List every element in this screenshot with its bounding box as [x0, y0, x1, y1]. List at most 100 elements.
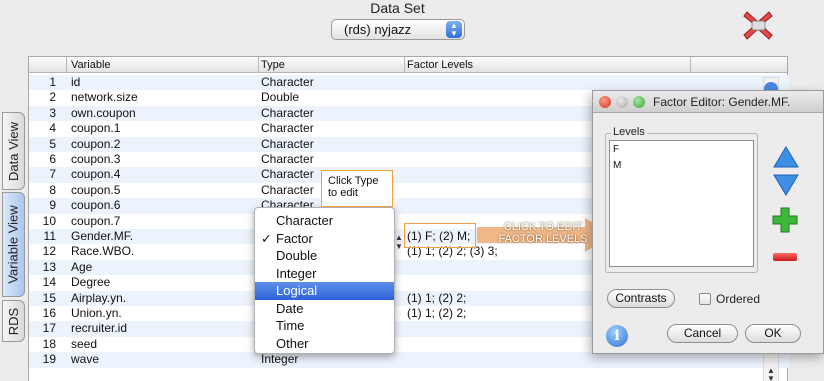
tab-data-view-label: Data View [6, 121, 22, 181]
type-stepper-icon: ▲ ▼ [395, 233, 403, 251]
table-row[interactable]: 1 id Character [29, 75, 789, 91]
variable-cell[interactable]: coupon.5 [71, 183, 120, 197]
type-menu-item[interactable]: Other [255, 335, 394, 353]
factor-levels-cell[interactable]: (1) 1; (2) 2; [407, 306, 466, 320]
type-menu-item-label: Logical [276, 283, 318, 298]
row-number: 13 [42, 259, 56, 274]
row-number: 5 [49, 136, 56, 151]
column-header-factor-levels[interactable]: Factor Levels [407, 59, 473, 71]
type-menu-item-label: Time [276, 318, 305, 333]
row-number: 1 [49, 75, 56, 89]
row-number: 6 [49, 152, 56, 166]
tab-variable-view[interactable]: Variable View [2, 192, 25, 297]
type-menu-item-label: Character [276, 213, 334, 228]
type-menu-item-label: Integer [276, 265, 317, 281]
type-menu-item[interactable]: Double [255, 247, 394, 265]
type-menu-item-label: Other [276, 335, 309, 351]
variable-cell[interactable]: Age [71, 260, 92, 274]
levels-list[interactable]: F M [609, 140, 754, 267]
callout-click-type: Click Type to edit [321, 170, 393, 207]
variable-cell[interactable]: seed [71, 337, 97, 351]
info-icon[interactable]: i [606, 325, 628, 347]
row-number: 19 [42, 352, 56, 367]
cancel-button[interactable]: Cancel [667, 324, 738, 343]
factor-editor-dialog: Factor Editor: Gender.MF. Levels F M Con… [592, 90, 824, 354]
move-up-arrow-icon[interactable] [773, 146, 799, 168]
level-item[interactable]: M [613, 160, 753, 176]
type-menu-item[interactable]: ✓ Factor [255, 230, 394, 248]
factor-levels-highlight[interactable] [404, 223, 476, 248]
variable-cell[interactable]: coupon.1 [71, 121, 120, 135]
variable-cell[interactable]: coupon.2 [71, 137, 120, 151]
remove-level-minus-icon[interactable] [773, 253, 797, 261]
type-menu-item[interactable]: Integer [255, 265, 394, 283]
select-stepper-icon: ▲ ▼ [446, 21, 462, 38]
levels-label: Levels [611, 126, 647, 138]
level-item[interactable]: F [613, 144, 753, 160]
type-menu-item-label: Factor [276, 230, 313, 246]
row-number: 8 [49, 182, 56, 197]
callout-click-type-line1: Click Type [328, 175, 379, 187]
ordered-label: Ordered [716, 292, 761, 306]
variable-cell[interactable]: own.coupon [71, 106, 136, 120]
dataset-label: Data Set [370, 0, 425, 16]
type-cell[interactable]: Character [261, 137, 314, 151]
contrasts-button[interactable]: Contrasts [607, 289, 675, 308]
close-window-icon[interactable] [741, 8, 775, 42]
type-cell[interactable]: Integer [261, 352, 298, 366]
type-cell[interactable]: Double [261, 90, 299, 104]
column-header-variable[interactable]: Variable [71, 59, 111, 71]
variable-cell[interactable]: id [71, 75, 80, 89]
ordered-checkbox[interactable] [699, 293, 711, 305]
type-cell[interactable]: Character [261, 167, 314, 181]
type-dropdown-menu[interactable]: Character ✓ Factor Double Integer Logical Date… [254, 207, 395, 354]
variable-cell[interactable]: coupon.4 [71, 167, 120, 181]
column-header-type[interactable]: Type [261, 59, 285, 71]
type-cell[interactable]: Character [261, 183, 314, 197]
variable-cell[interactable]: Airplay.yn. [71, 291, 126, 305]
minimize-window-button[interactable] [616, 96, 628, 108]
table-header: Variable Type Factor Levels [29, 57, 787, 73]
variable-cell[interactable]: Race.WBO. [71, 244, 134, 258]
zoom-window-button[interactable] [633, 96, 645, 108]
callout-edit-levels-line2: FACTOR LEVELS [498, 233, 588, 245]
row-number: 10 [42, 213, 56, 228]
tab-variable-view-label: Variable View [6, 205, 22, 284]
row-number: 17 [42, 321, 56, 336]
close-window-button[interactable] [599, 96, 611, 108]
row-number: 14 [42, 275, 56, 290]
tab-data-view[interactable]: Data View [2, 112, 25, 190]
svg-text:▼: ▼ [767, 374, 775, 381]
type-cell[interactable]: Character [261, 75, 314, 89]
variable-cell[interactable]: network.size [71, 90, 138, 104]
factor-editor-titlebar[interactable]: Factor Editor: Gender.MF. [593, 91, 823, 113]
factor-levels-cell[interactable]: (1) 1; (2) 2; [407, 291, 466, 305]
move-down-arrow-icon[interactable] [773, 174, 799, 196]
type-menu-item-label: Date [276, 300, 304, 316]
variable-cell[interactable]: recruiter.id [71, 321, 127, 335]
factor-editor-title: Factor Editor: Gender.MF. [653, 95, 791, 109]
ok-button[interactable]: OK [745, 324, 801, 343]
dataset-select[interactable]: (rds) nyjazz ▲ ▼ [331, 19, 465, 40]
type-menu-item[interactable]: Logical [255, 282, 394, 300]
callout-click-type-line2: to edit [328, 187, 358, 199]
variable-cell[interactable]: coupon.3 [71, 152, 120, 166]
variable-cell[interactable]: coupon.6 [71, 198, 120, 212]
callout-edit-levels: CLICK TO EDIT FACTOR LEVELS [488, 221, 598, 245]
type-cell[interactable]: Character [261, 106, 314, 120]
type-menu-item[interactable]: Date [255, 300, 394, 318]
variable-cell[interactable]: Degree [71, 275, 110, 289]
row-number: 15 [42, 290, 56, 305]
tab-rds[interactable]: RDS [2, 300, 25, 342]
variable-cell[interactable]: Gender.MF. [71, 229, 133, 243]
type-menu-item[interactable]: Character [255, 212, 394, 230]
variable-cell[interactable]: coupon.7 [71, 214, 120, 228]
add-level-plus-icon[interactable] [772, 207, 798, 233]
variable-cell[interactable]: wave [71, 352, 99, 366]
type-cell[interactable]: Character [261, 121, 314, 135]
type-menu-item[interactable]: Time [255, 317, 394, 335]
type-cell[interactable]: Character [261, 152, 314, 166]
table-row[interactable]: 19 wave Integer [29, 352, 789, 368]
row-number: 3 [49, 105, 56, 120]
variable-cell[interactable]: Union.yn. [71, 306, 122, 320]
